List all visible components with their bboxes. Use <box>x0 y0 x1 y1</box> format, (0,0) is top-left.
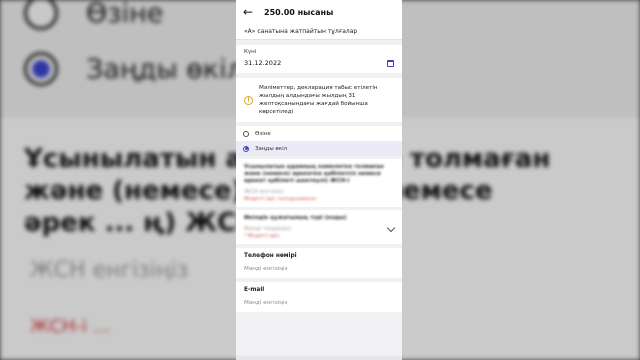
radio-label: Өзіне <box>255 130 271 137</box>
page-subtitle: «А» санатына жатпайтын тұлғалар <box>236 24 402 40</box>
date-field-label: Күні <box>244 49 257 55</box>
date-field-value[interactable]: 31.12.2022 <box>244 59 281 67</box>
phone-field-label: Телефон нөмірі <box>244 253 297 259</box>
email-field-label: E-mail <box>244 287 265 293</box>
calendar-icon[interactable] <box>387 59 394 67</box>
radio-selected-icon <box>243 145 249 152</box>
iin-field-input[interactable]: ЖСН енгізіңіз <box>244 189 394 195</box>
page-title: 250.00 нысаны <box>264 7 334 17</box>
phone-field[interactable]: Телефон нөмірі Мәнді енгізіңіз <box>236 248 402 278</box>
system-nav-bar <box>236 356 402 360</box>
radio-option-self[interactable]: Өзіне <box>236 126 402 141</box>
document-type-value[interactable]: Мәнді таңдаңыз <box>244 226 394 232</box>
iin-field-label-line-1: Ұсынылатын адамның кәмелетке толмаған <box>244 164 384 170</box>
info-notice-text: Мәліметтер, декларация табыс етілетін жы… <box>259 85 378 115</box>
radio-unselected-icon <box>243 130 249 137</box>
back-arrow-icon[interactable]: ← <box>241 5 255 19</box>
radio-label: Заңды өкіл <box>255 145 288 152</box>
date-field[interactable]: Күні 31.12.2022 <box>236 45 402 73</box>
iin-field[interactable]: Ұсынылатын адамның кәмелетке толмаған жә… <box>236 159 402 207</box>
iin-field-error: Міндетті өріс толтырылмаған <box>244 197 317 202</box>
phone-field-input[interactable]: Мәнді енгізіңіз <box>244 266 394 272</box>
info-notice: ! Мәліметтер, декларация табыс етілетін … <box>236 78 402 122</box>
iin-field-label-line-3: әрекет қабілеті шектеулі) ЖСН-і <box>244 178 350 184</box>
warning-icon: ! <box>244 96 253 105</box>
email-field-input[interactable]: Мәнді енгізіңіз <box>244 300 394 306</box>
email-field[interactable]: E-mail Мәнді енгізіңіз <box>236 282 402 312</box>
representative-radio-group: Өзіне Заңды өкіл <box>236 126 402 156</box>
phone-screen: ← 250.00 нысаны «А» санатына жатпайтын т… <box>236 0 402 360</box>
iin-field-label-line-2: және (немесе) әрекетке қабілетсіз немесе <box>244 171 381 177</box>
document-type-label: Өкілдік құжатының түрі (коды) <box>244 215 347 221</box>
radio-option-legal-representative[interactable]: Заңды өкіл <box>236 141 402 156</box>
app-bar: ← 250.00 нысаны <box>236 0 402 24</box>
document-type-select[interactable]: Өкілдік құжатының түрі (коды) Мәнді таңд… <box>236 210 402 244</box>
document-type-error: * Міндетті өріс <box>244 234 280 239</box>
